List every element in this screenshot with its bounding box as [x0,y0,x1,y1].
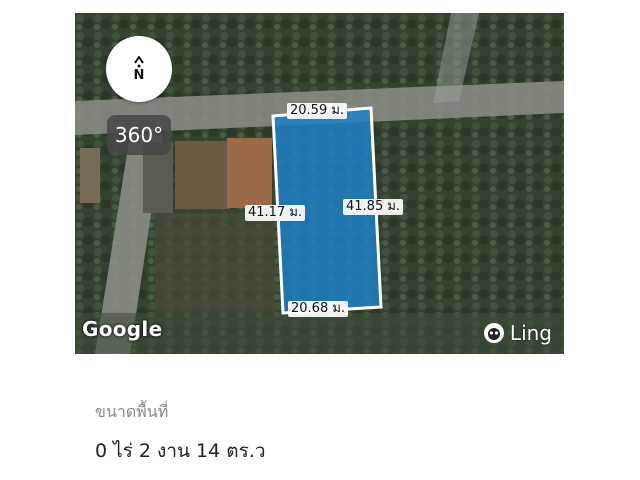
area-label: ขนาดพื้นที่ [95,402,169,421]
ling-brand: Ling [483,321,552,345]
view-360-button[interactable]: 360° [107,115,171,155]
compass-north-label: N [133,68,145,83]
ling-brand-label: Ling [509,321,552,345]
measurement-top: 20.59 ม. [287,103,348,119]
google-attribution: Google [82,317,163,341]
chevron-up-icon [134,56,144,64]
area-value: 0 ไร่ 2 งาน 14 ตร.ว [95,440,266,462]
measurement-right: 41.85 ม. [343,199,404,215]
measurement-left: 41.17 ม. [245,205,306,221]
measurement-bottom: 20.68 ม. [288,301,349,317]
satellite-map[interactable]: N 360° 20.59 ม. 41.17 ม. 41.85 ม. 20.68 … [75,13,564,354]
ling-logo-icon [483,323,504,343]
compass-button[interactable]: N [106,36,172,102]
